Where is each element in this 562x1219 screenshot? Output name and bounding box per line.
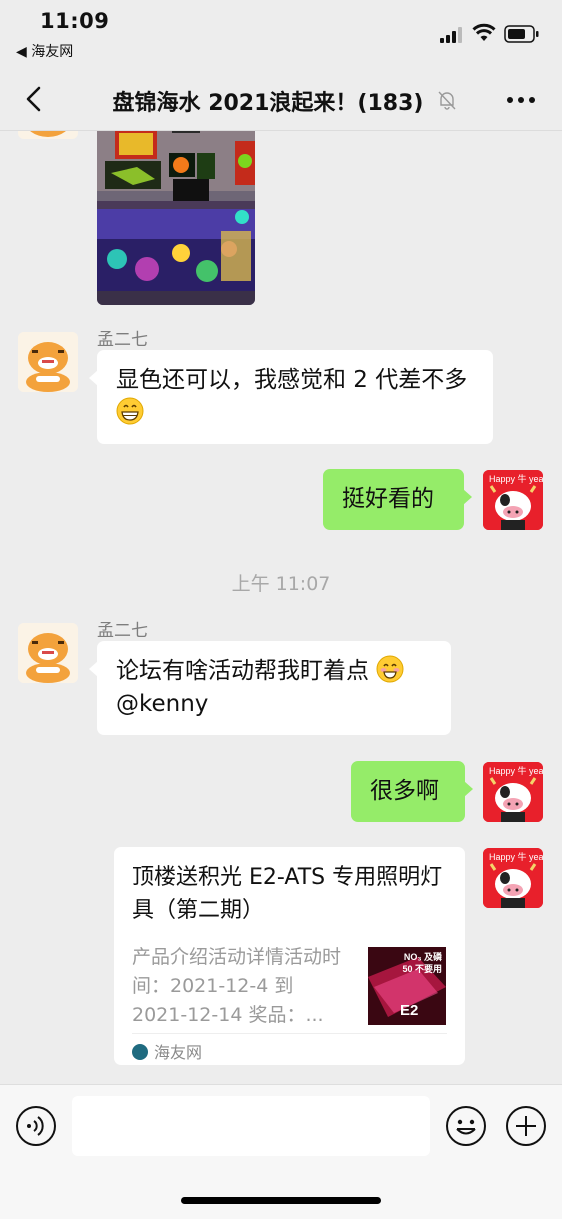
chat-header: 盘锦海水 2021浪起来！(183) <box>0 70 562 131</box>
cow-avatar-icon: Happy 牛 year <box>483 848 543 908</box>
back-to-app-link[interactable]: ◀ 海友网 <box>16 41 73 61</box>
message-text: 挺好看的 <box>342 486 434 512</box>
my-avatar[interactable]: Happy 牛 year <box>483 470 543 530</box>
tiger-avatar-icon <box>18 332 78 392</box>
signal-icon <box>440 27 462 43</box>
status-time: 11:09 <box>40 9 110 33</box>
status-bar: 11:09 ◀ 海友网 <box>0 0 562 70</box>
sender-avatar[interactable] <box>18 332 78 392</box>
my-avatar[interactable]: Happy 牛 year <box>483 762 543 822</box>
tiger-avatar-icon <box>30 131 66 137</box>
message-list[interactable]: 孟二七 显色还可以，我感觉和 2 代差不多 挺好看的 Happy 牛 year … <box>0 131 562 1084</box>
cow-avatar-icon: Happy 牛 year <box>483 762 543 822</box>
svg-text:Happy 牛 year: Happy 牛 year <box>489 851 543 862</box>
sender-name: 孟二七 <box>97 621 148 641</box>
mention-text[interactable]: @kenny <box>116 691 208 717</box>
thumb-brand: E2 <box>400 1002 419 1019</box>
sender-avatar[interactable] <box>18 623 78 683</box>
mute-bell-icon <box>438 91 456 110</box>
sender-name: 孟二七 <box>97 330 148 350</box>
link-card-description: 产品介绍活动详情活动时间：2021-12-4 到 2021-12-14 奖品：.… <box>132 946 342 1026</box>
source-name: 海友网 <box>154 1043 203 1062</box>
wifi-icon <box>472 23 496 41</box>
message-bubble[interactable]: 显色还可以，我感觉和 2 代差不多 <box>89 350 493 444</box>
message-text: 论坛有啥活动帮我盯着点 <box>116 658 369 684</box>
cow-avatar-icon: Happy 牛 year <box>483 470 543 530</box>
timestamp: 上午 11:07 <box>231 573 331 595</box>
grin-emoji-icon <box>116 397 144 425</box>
message-text: 很多啊 <box>370 778 439 804</box>
link-card-title: 顶楼送积光 E2-ATS 专用照明灯具（第二期） <box>132 865 443 923</box>
more-icon[interactable] <box>504 86 538 114</box>
message-text: 显色还可以，我感觉和 2 代差不多 <box>116 367 468 393</box>
aquarium-photo[interactable] <box>97 131 255 305</box>
emoji-icon[interactable] <box>445 1105 487 1147</box>
message-bubble-self[interactable]: 挺好看的 <box>323 469 472 530</box>
divider <box>132 1033 447 1034</box>
chat-title-text: 盘锦海水 2021浪起来！(183) <box>112 91 424 116</box>
voice-icon[interactable] <box>15 1105 57 1147</box>
plus-icon[interactable] <box>505 1105 547 1147</box>
message-bubble-self[interactable]: 很多啊 <box>351 761 473 822</box>
source-logo-icon <box>132 1044 148 1060</box>
message-input[interactable] <box>72 1096 430 1156</box>
svg-text:Happy 牛 year: Happy 牛 year <box>489 473 543 484</box>
avatar[interactable] <box>18 131 78 139</box>
message-bubble[interactable]: 论坛有啥活动帮我盯着点 @kenny <box>89 641 451 735</box>
link-card-source: 海友网 <box>132 1039 202 1063</box>
thumb-text-line2: 50 不要用 <box>402 964 442 974</box>
my-avatar[interactable]: Happy 牛 year <box>483 848 543 908</box>
tiger-avatar-icon <box>18 623 78 683</box>
battery-icon <box>504 25 539 43</box>
thumb-text-line1: NO₃ 及磷 <box>403 952 442 962</box>
link-card-thumbnail: NO₃ 及磷 50 不要用 E2 <box>368 947 446 1025</box>
grin-emoji-icon <box>376 655 404 683</box>
chat-title: 盘锦海水 2021浪起来！(183) <box>0 85 562 117</box>
home-indicator[interactable] <box>181 1197 381 1204</box>
link-card[interactable]: 顶楼送积光 E2-ATS 专用照明灯具（第二期） 产品介绍活动详情活动时间：20… <box>114 847 465 1065</box>
svg-text:Happy 牛 year: Happy 牛 year <box>489 765 543 776</box>
